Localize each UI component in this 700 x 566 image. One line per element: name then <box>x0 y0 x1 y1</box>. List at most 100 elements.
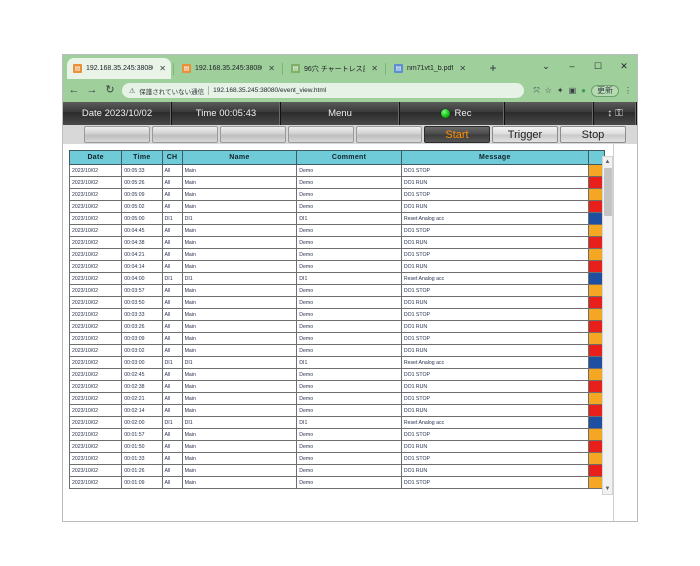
cell-message: Reset Analog acc <box>401 273 588 285</box>
table-row[interactable]: 2023/10/0200:05:26AllMainDemoDO1 RUN <box>70 177 605 189</box>
browser-menu-icon[interactable]: ⋮ <box>624 87 632 95</box>
cell-message: DO1 STOP <box>401 333 588 345</box>
share-icon[interactable]: ⤧ <box>533 87 539 95</box>
close-tab-icon[interactable]: ✕ <box>459 64 466 73</box>
viewport-right-margin <box>613 144 637 521</box>
usb-icon[interactable]: ↕ <box>607 109 612 119</box>
table-row[interactable]: 2023/10/0200:03:26AllMainDemoDO1 RUN <box>70 321 605 333</box>
table-row[interactable]: 2023/10/0200:03:57AllMainDemoDO1 STOP <box>70 285 605 297</box>
table-row[interactable]: 2023/10/0200:05:33AllMainDemoDO1 STOP <box>70 165 605 177</box>
bookmark-star-icon[interactable]: ☆ <box>545 87 552 95</box>
table-row[interactable]: 2023/10/0200:04:21AllMainDemoDO1 STOP <box>70 249 605 261</box>
update-button[interactable]: 更新 <box>591 85 619 97</box>
table-row[interactable]: 2023/10/0200:05:00DI1DI1DI1Reset Analog … <box>70 213 605 225</box>
cell-message: DO1 STOP <box>401 477 588 489</box>
trigger-button[interactable]: Trigger <box>492 126 558 143</box>
close-tab-icon[interactable]: ✕ <box>159 64 166 73</box>
minimize-icon[interactable]: ⌄ <box>533 55 559 77</box>
profile-avatar-icon[interactable]: ● <box>581 87 586 95</box>
blank-button-2[interactable] <box>152 126 218 143</box>
stop-button[interactable]: Stop <box>560 126 626 143</box>
cell-date: 2023/10/02 <box>70 429 122 441</box>
table-row[interactable]: 2023/10/0200:04:00DI1DI1DI1Reset Analog … <box>70 273 605 285</box>
table-row[interactable]: 2023/10/0200:02:45AllMainDemoDO1 STOP <box>70 369 605 381</box>
blank-button-5[interactable] <box>356 126 422 143</box>
cell-date: 2023/10/02 <box>70 261 122 273</box>
header-icon-group: ↕ ⚿ <box>594 102 637 125</box>
menu-button[interactable]: Menu <box>281 102 400 125</box>
table-row[interactable]: 2023/10/0200:02:21AllMainDemoDO1 STOP <box>70 393 605 405</box>
cell-message: DO1 RUN <box>401 441 588 453</box>
blank-button-4[interactable] <box>288 126 354 143</box>
new-tab-button[interactable]: + <box>485 60 501 76</box>
cell-ch: All <box>162 297 182 309</box>
cell-date: 2023/10/02 <box>70 477 122 489</box>
cell-comment: Demo <box>297 201 402 213</box>
tab-title: 192.168.35.245:38080/eve <box>86 65 153 72</box>
table-row[interactable]: 2023/10/0200:04:38AllMainDemoDO1 RUN <box>70 237 605 249</box>
browser-tab-1[interactable]: ▤192.168.35.245:38080/eve✕ <box>67 58 171 79</box>
scrollbar-thumb[interactable] <box>604 168 612 216</box>
cell-ch: All <box>162 237 182 249</box>
table-row[interactable]: 2023/10/0200:03:33AllMainDemoDO1 STOP <box>70 309 605 321</box>
cell-date: 2023/10/02 <box>70 213 122 225</box>
cell-name: Main <box>182 321 297 333</box>
cell-time: 00:02:38 <box>122 381 162 393</box>
back-icon[interactable]: ← <box>68 85 80 96</box>
cell-name: DI1 <box>182 417 297 429</box>
browser-tab-3[interactable]: ▤96穴 チャートレス記録計＞✕ <box>285 58 383 79</box>
reload-icon[interactable]: ↻ <box>104 85 116 96</box>
close-window-icon[interactable]: ✕ <box>611 55 637 77</box>
browser-tab-4[interactable]: ▤nm71vt1_b.pdf✕ <box>388 58 480 79</box>
cell-time: 00:05:02 <box>122 201 162 213</box>
table-row[interactable]: 2023/10/0200:01:09AllMainDemoDO1 STOP <box>70 477 605 489</box>
scroll-up-arrow-icon[interactable]: ▲ <box>603 157 612 167</box>
blank-button-1[interactable] <box>84 126 150 143</box>
scroll-down-arrow-icon[interactable]: ▼ <box>603 484 612 494</box>
cell-date: 2023/10/02 <box>70 453 122 465</box>
cell-date: 2023/10/02 <box>70 225 122 237</box>
table-row[interactable]: 2023/10/0200:03:50AllMainDemoDO1 RUN <box>70 297 605 309</box>
lock-icon[interactable]: ⚿ <box>615 109 623 119</box>
table-row[interactable]: 2023/10/0200:01:33AllMainDemoDO1 STOP <box>70 453 605 465</box>
table-row[interactable]: 2023/10/0200:04:14AllMainDemoDO1 RUN <box>70 261 605 273</box>
cell-time: 00:03:50 <box>122 297 162 309</box>
table-row[interactable]: 2023/10/0200:01:50AllMainDemoDO1 RUN <box>70 441 605 453</box>
table-row[interactable]: 2023/10/0200:02:14AllMainDemoDO1 RUN <box>70 405 605 417</box>
table-row[interactable]: 2023/10/0200:02:38AllMainDemoDO1 RUN <box>70 381 605 393</box>
browser-tab-2[interactable]: ▤192.168.35.245:38080/rep✕ <box>176 58 280 79</box>
start-button[interactable]: Start <box>424 126 490 143</box>
table-scrollbar[interactable]: ▲ ▼ <box>602 156 613 495</box>
cell-comment: Demo <box>297 321 402 333</box>
cell-comment: Demo <box>297 477 402 489</box>
table-row[interactable]: 2023/10/0200:01:26AllMainDemoDO1 RUN <box>70 465 605 477</box>
cell-ch: All <box>162 429 182 441</box>
forward-icon[interactable]: → <box>86 85 98 96</box>
table-row[interactable]: 2023/10/0200:05:09AllMainDemoDO1 STOP <box>70 189 605 201</box>
table-row[interactable]: 2023/10/0200:03:00DI1DI1DI1Reset Analog … <box>70 357 605 369</box>
table-row[interactable]: 2023/10/0200:05:02AllMainDemoDO1 RUN <box>70 201 605 213</box>
table-row[interactable]: 2023/10/0200:03:02AllMainDemoDO1 RUN <box>70 345 605 357</box>
cell-message: DO1 STOP <box>401 165 588 177</box>
cell-date: 2023/10/02 <box>70 237 122 249</box>
maximize-icon[interactable]: ☐ <box>585 55 611 77</box>
cell-comment: DI1 <box>297 273 402 285</box>
extensions-puzzle-icon[interactable]: ✦ <box>557 87 564 95</box>
table-row[interactable]: 2023/10/0200:03:09AllMainDemoDO1 STOP <box>70 333 605 345</box>
table-row[interactable]: 2023/10/0200:01:57AllMainDemoDO1 STOP <box>70 429 605 441</box>
cell-date: 2023/10/02 <box>70 405 122 417</box>
cell-message: DO1 RUN <box>401 465 588 477</box>
cell-time: 00:03:33 <box>122 309 162 321</box>
cell-message: DO1 RUN <box>401 201 588 213</box>
close-tab-icon[interactable]: ✕ <box>268 64 275 73</box>
url-input[interactable]: ⚠ 保護されていない通信 192.168.35.245:38080/event_… <box>122 83 524 98</box>
cell-message: DO1 STOP <box>401 249 588 261</box>
side-panel-icon[interactable]: ▣ <box>569 87 577 95</box>
close-tab-icon[interactable]: ✕ <box>371 64 378 73</box>
cell-ch: All <box>162 189 182 201</box>
header-spacer <box>505 102 594 125</box>
table-row[interactable]: 2023/10/0200:02:00DI1DI1DI1Reset Analog … <box>70 417 605 429</box>
table-row[interactable]: 2023/10/0200:04:45AllMainDemoDO1 STOP <box>70 225 605 237</box>
window-dash-icon[interactable]: – <box>559 55 585 77</box>
blank-button-3[interactable] <box>220 126 286 143</box>
